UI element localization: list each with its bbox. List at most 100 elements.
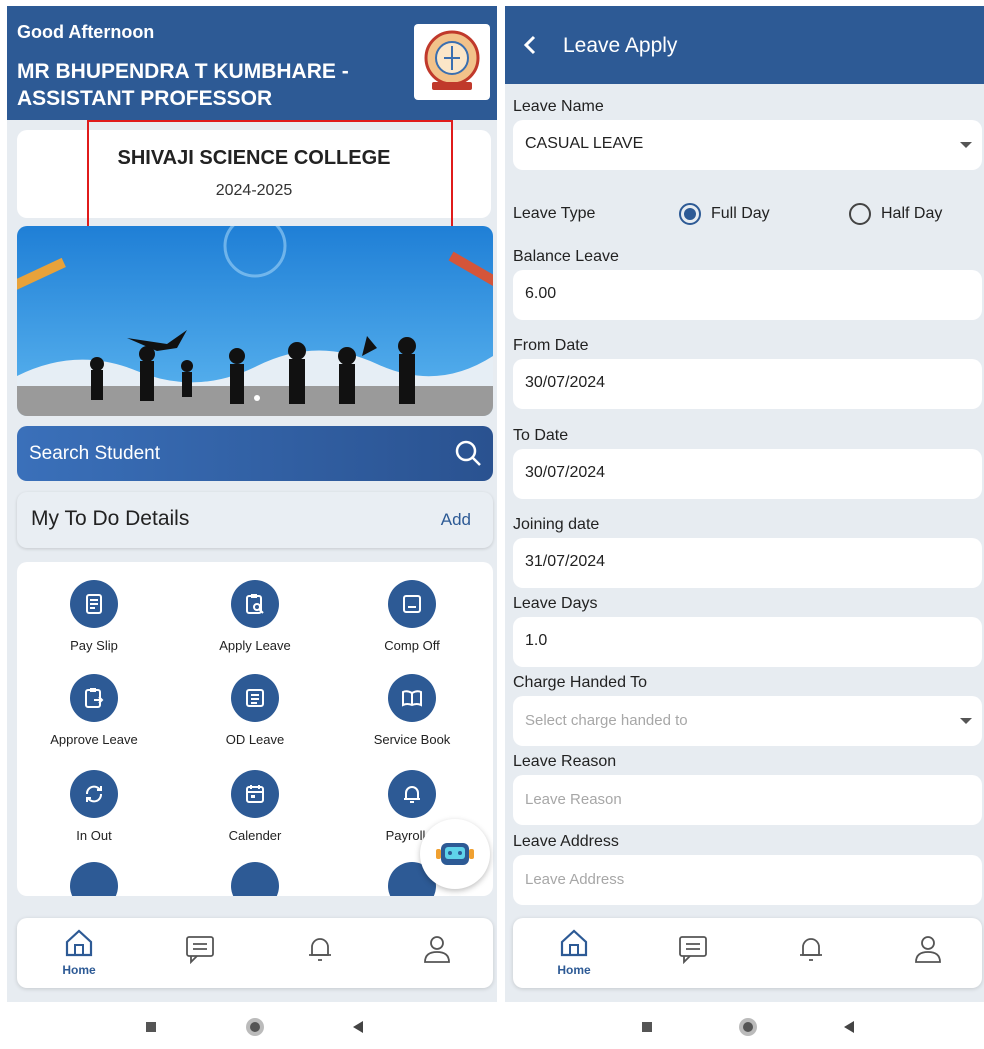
leave-days-field: 1.0: [513, 617, 982, 667]
joining-date-label: Joining date: [513, 516, 600, 533]
leave-name-label: Leave Name: [513, 98, 604, 115]
apply-leave-icon: [231, 580, 279, 628]
search-input[interactable]: Search Student: [29, 443, 160, 465]
back-arrow-icon[interactable]: [521, 34, 541, 61]
nav-messages[interactable]: [668, 934, 718, 969]
user-name: MR BHUPENDRA T KUMBHARE - ASSISTANT PROF…: [17, 58, 397, 112]
system-nav-bar-right: [505, 1005, 984, 1044]
user-name-line2: ASSISTANT PROFESSOR: [17, 87, 273, 110]
calendar-icon: [231, 770, 279, 818]
balance-leave-field: 6.00: [513, 270, 982, 320]
nav-notifications[interactable]: [295, 934, 345, 969]
tile-row4-2[interactable]: [180, 862, 330, 896]
tile-in-out[interactable]: In Out: [19, 770, 169, 843]
bottom-nav: Home: [513, 918, 982, 988]
todo-add-button[interactable]: Add: [441, 510, 471, 530]
balance-leave-label: Balance Leave: [513, 248, 619, 265]
payslip-icon: [70, 580, 118, 628]
back-system-icon: [353, 1021, 363, 1033]
tile-service-book[interactable]: Service Book: [337, 674, 487, 747]
highlight-box: [87, 120, 453, 238]
nav-home[interactable]: Home: [54, 928, 104, 977]
recents-icon: [146, 1022, 156, 1032]
half-day-radio[interactable]: [849, 203, 871, 225]
tile-label: Calender: [228, 828, 282, 843]
document-icon: [70, 862, 118, 896]
charge-handed-label: Charge Handed To: [513, 674, 648, 691]
charge-handed-select[interactable]: Select charge handed to: [513, 696, 982, 746]
recents-icon: [642, 1022, 652, 1032]
leave-name-select[interactable]: CASUAL LEAVE: [513, 120, 982, 170]
sync-icon: [70, 770, 118, 818]
tile-pay-slip[interactable]: Pay Slip: [19, 580, 169, 653]
leave-days-label: Leave Days: [513, 595, 598, 612]
comp-off-icon: [388, 580, 436, 628]
leave-reason-input[interactable]: Leave Reason: [513, 775, 982, 825]
tile-label: OD Leave: [225, 732, 285, 747]
home-header: Good Afternoon MR BHUPENDRA T KUMBHARE -…: [7, 6, 497, 120]
leave-apply-header: Leave Apply: [505, 6, 984, 84]
chat-icon: [679, 936, 707, 965]
page-title: Leave Apply: [563, 34, 678, 57]
dropdown-caret-icon: [960, 718, 972, 724]
nav-home-label: Home: [557, 963, 591, 977]
home-screen: Good Afternoon MR BHUPENDRA T KUMBHARE -…: [7, 6, 497, 1002]
college-logo: [414, 24, 490, 100]
home-icon: [65, 929, 93, 957]
bell-icon: [800, 938, 822, 961]
search-student-bar[interactable]: Search Student: [17, 426, 493, 481]
tile-label: Pay Slip: [70, 638, 118, 653]
bell-icon: [309, 938, 331, 961]
tile-label: Approve Leave: [50, 732, 138, 747]
chat-icon: [186, 936, 214, 965]
leave-days-value: 1.0: [525, 632, 548, 649]
user-icon: [915, 936, 941, 963]
todo-title: My To Do Details: [31, 507, 190, 530]
tile-od-leave[interactable]: OD Leave: [180, 674, 330, 747]
tile-comp-off[interactable]: Comp Off: [337, 580, 487, 653]
user-name-line1: MR BHUPENDRA T KUMBHARE -: [17, 60, 349, 83]
chatbot-button[interactable]: [420, 819, 490, 889]
joining-date-field[interactable]: 31/07/2024: [513, 538, 982, 588]
tile-calender[interactable]: Calender: [180, 770, 330, 843]
robot-icon: [436, 843, 474, 865]
approve-leave-icon: [70, 674, 118, 722]
nav-profile[interactable]: [412, 934, 462, 969]
tile-row4-1[interactable]: [19, 862, 169, 896]
nav-home[interactable]: Home: [549, 928, 599, 977]
from-date-label: From Date: [513, 337, 589, 354]
tile-approve-leave[interactable]: Approve Leave: [19, 674, 169, 747]
nav-messages[interactable]: [175, 934, 225, 969]
from-date-value: 30/07/2024: [525, 374, 606, 391]
user-icon: [424, 936, 450, 963]
leave-apply-screen: Leave Apply Leave Name CASUAL LEAVE Leav…: [505, 6, 984, 1002]
od-leave-icon: [231, 674, 279, 722]
joining-date-value: 31/07/2024: [525, 553, 606, 570]
to-date-field[interactable]: 30/07/2024: [513, 449, 982, 499]
book-icon: [388, 674, 436, 722]
bottom-nav: Home: [17, 918, 493, 988]
from-date-field[interactable]: 30/07/2024: [513, 359, 982, 409]
tile-label: Apply Leave: [219, 638, 291, 653]
to-date-value: 30/07/2024: [525, 464, 606, 481]
dropdown-caret-icon: [960, 142, 972, 148]
leave-address-placeholder: Leave Address: [525, 871, 625, 888]
nav-profile[interactable]: [903, 934, 953, 969]
tile-apply-leave[interactable]: Apply Leave: [180, 580, 330, 653]
promo-banner[interactable]: [17, 226, 493, 416]
nav-notifications[interactable]: [786, 934, 836, 969]
leave-reason-placeholder: Leave Reason: [525, 791, 622, 808]
balance-leave-value: 6.00: [525, 285, 557, 302]
leave-address-input[interactable]: Leave Address: [513, 855, 982, 905]
to-date-label: To Date: [513, 427, 569, 444]
search-icon[interactable]: [453, 438, 483, 473]
full-day-radio[interactable]: [679, 203, 701, 225]
greeting-text: Good Afternoon: [17, 22, 155, 42]
leave-type-label: Leave Type: [513, 205, 596, 222]
home-icon: [560, 929, 588, 957]
user-check-icon: [231, 862, 279, 896]
nav-home-label: Home: [62, 963, 96, 977]
leave-reason-label: Leave Reason: [513, 753, 617, 770]
bell-icon: [388, 770, 436, 818]
tile-label: Comp Off: [384, 638, 440, 653]
